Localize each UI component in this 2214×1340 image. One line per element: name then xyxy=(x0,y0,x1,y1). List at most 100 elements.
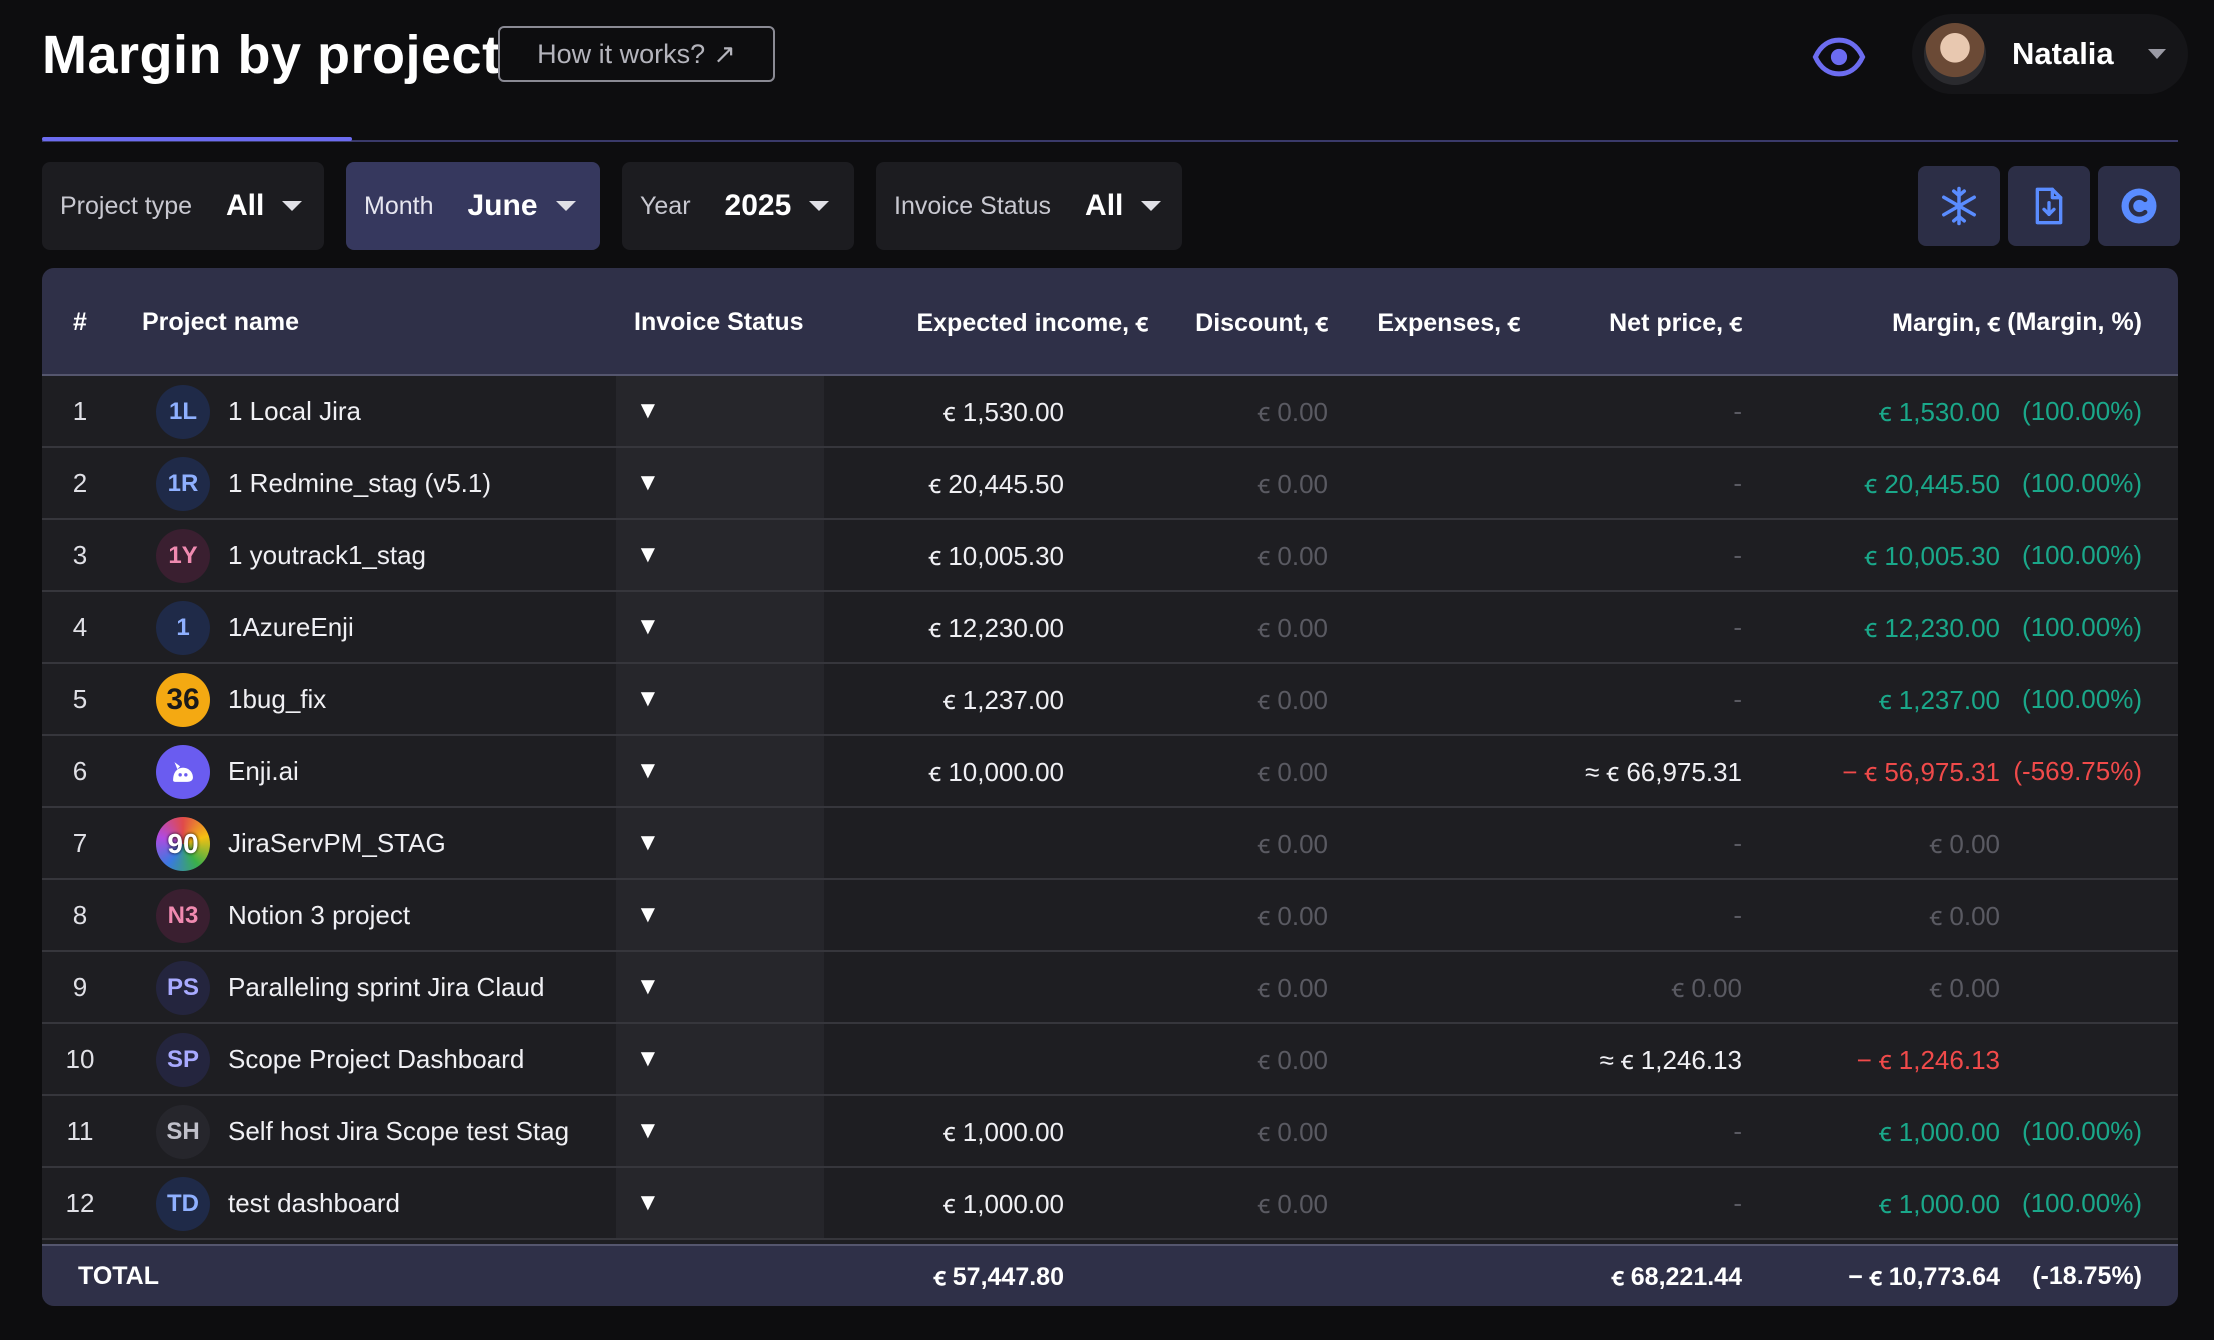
chevron-down-icon xyxy=(809,201,830,211)
project-avatar: 1 xyxy=(156,601,210,655)
col-project-name[interactable]: Project name xyxy=(142,268,602,376)
table-row[interactable]: 4 1 1AzureEnji ▼ ꞓ 12,230.00 ꞓ 0.00 - ꞓ … xyxy=(42,592,2178,664)
table-row[interactable]: 3 1Y 1 youtrack1_stag ▼ ꞓ 10,005.30 ꞓ 0.… xyxy=(42,520,2178,592)
project-name[interactable]: Paralleling sprint Jira Claud xyxy=(228,952,608,1022)
discount: ꞓ 0.00 xyxy=(1257,829,1328,859)
project-avatar: 90 xyxy=(156,817,210,871)
discount: ꞓ 0.00 xyxy=(1257,1117,1328,1147)
file-download-icon xyxy=(2035,187,2063,225)
chevron-down-icon xyxy=(2147,49,2166,59)
margin: ꞓ 1,000.00 xyxy=(1879,1117,2000,1147)
filter-label: Month xyxy=(364,191,434,220)
discount: ꞓ 0.00 xyxy=(1257,469,1328,499)
margin-percent: (100.00%) xyxy=(2022,395,2142,426)
net-price: ≈ ꞓ 1,246.13 xyxy=(1599,1045,1742,1075)
margin-percent: (-569.75%) xyxy=(2013,755,2142,786)
net-price: - xyxy=(1733,827,1742,858)
filter-year[interactable]: Year 2025 xyxy=(622,162,854,250)
row-number: 9 xyxy=(72,971,88,1002)
net-price: ꞓ 0.00 xyxy=(1671,973,1742,1003)
row-number: 5 xyxy=(72,683,88,714)
export-button[interactable] xyxy=(2008,166,2090,246)
discount: ꞓ 0.00 xyxy=(1257,973,1328,1003)
project-name[interactable]: 1AzureEnji xyxy=(228,592,608,662)
currency-button[interactable] xyxy=(2098,166,2180,246)
project-avatar: PS xyxy=(156,961,210,1015)
project-name[interactable]: Notion 3 project xyxy=(228,880,608,950)
table-row[interactable]: 8 N3 Notion 3 project ▼ ꞓ 0.00 - ꞓ 0.00 xyxy=(42,880,2178,952)
row-number: 10 xyxy=(65,1043,95,1074)
filter-value: June xyxy=(467,189,538,222)
how-it-works-button[interactable]: How it works? ↗ xyxy=(498,26,775,82)
project-name[interactable]: 1 Redmine_stag (v5.1) xyxy=(228,448,608,518)
margin: ꞓ 10,005.30 xyxy=(1864,541,2000,571)
table-row[interactable]: 9 PS Paralleling sprint Jira Claud ▼ ꞓ 0… xyxy=(42,952,2178,1024)
freeze-button[interactable] xyxy=(1918,166,2000,246)
avatar xyxy=(1924,23,1986,85)
col-expected-income[interactable]: Expected income, ꞓ xyxy=(832,268,1148,376)
project-name[interactable]: Enji.ai xyxy=(228,736,608,806)
net-price: ≈ ꞓ 66,975.31 xyxy=(1585,757,1742,787)
filter-invoice-status[interactable]: Invoice Status All xyxy=(876,162,1182,250)
chevron-down-icon xyxy=(1141,201,1162,211)
margin-percent xyxy=(2000,808,2142,878)
project-avatar: 1R xyxy=(156,457,210,511)
total-label: TOTAL xyxy=(78,1261,160,1290)
row-number: 12 xyxy=(65,1187,95,1218)
project-avatar: N3 xyxy=(156,889,210,943)
filter-label: Invoice Status xyxy=(894,191,1052,220)
project-name[interactable]: 1 Local Jira xyxy=(228,376,608,446)
total-expected-income: ꞓ 57,447.80 xyxy=(933,1263,1064,1291)
table-row[interactable]: 2 1R 1 Redmine_stag (v5.1) ▼ ꞓ 20,445.50… xyxy=(42,448,2178,520)
table-row[interactable]: 12 TD test dashboard ▼ ꞓ 1,000.00 ꞓ 0.00… xyxy=(42,1168,2178,1240)
project-name[interactable]: test dashboard xyxy=(228,1168,608,1238)
col-invoice-status[interactable]: Invoice Status xyxy=(634,268,834,376)
table-row[interactable]: 7 90 JiraServPM_STAG ▼ ꞓ 0.00 - ꞓ 0.00 xyxy=(42,808,2178,880)
project-name[interactable]: 1bug_fix xyxy=(228,664,608,734)
margin-percent xyxy=(2000,952,2142,1022)
project-name[interactable]: Scope Project Dashboard xyxy=(228,1024,608,1094)
filter-value: 2025 xyxy=(724,189,792,222)
discount: ꞓ 0.00 xyxy=(1257,1045,1328,1075)
table-row[interactable]: 6 Enji.ai ▼ ꞓ 10,000.00 ꞓ 0.00 ≈ ꞓ 66,97… xyxy=(42,736,2178,808)
net-price: - xyxy=(1733,467,1742,498)
net-price: - xyxy=(1733,539,1742,570)
user-menu[interactable]: Natalia xyxy=(1912,14,2188,94)
project-name[interactable]: 1 youtrack1_stag xyxy=(228,520,608,590)
project-avatar: SP xyxy=(156,1033,210,1087)
expected-income: ꞓ 10,005.30 xyxy=(928,541,1064,571)
margin: ꞓ 20,445.50 xyxy=(1864,469,2000,499)
col-expenses[interactable]: Expenses, ꞓ xyxy=(1332,268,1520,376)
discount: ꞓ 0.00 xyxy=(1257,613,1328,643)
margin: ꞓ 1,000.00 xyxy=(1879,1189,2000,1219)
col-number[interactable]: # xyxy=(42,268,118,376)
expected-income: ꞓ 1,237.00 xyxy=(943,685,1064,715)
col-net-price[interactable]: Net price, ꞓ xyxy=(1542,268,1742,376)
col-discount[interactable]: Discount, ꞓ xyxy=(1148,268,1328,376)
row-number: 8 xyxy=(72,899,88,930)
project-name[interactable]: Self host Jira Scope test Stag xyxy=(228,1096,608,1166)
row-number: 11 xyxy=(66,1115,94,1146)
filter-month[interactable]: Month June xyxy=(346,162,600,250)
margin-percent xyxy=(2000,1024,2142,1094)
project-name[interactable]: JiraServPM_STAG xyxy=(228,808,608,878)
eye-icon[interactable] xyxy=(1812,30,1866,84)
expected-income: ꞓ 1,530.00 xyxy=(943,397,1064,427)
table-row[interactable]: 10 SP Scope Project Dashboard ▼ ꞓ 0.00 ≈… xyxy=(42,1024,2178,1096)
col-margin-percent[interactable]: (Margin, %) xyxy=(2000,268,2142,376)
margin-percent: (100.00%) xyxy=(2022,683,2142,714)
filter-project-type[interactable]: Project type All xyxy=(42,162,324,250)
net-price: - xyxy=(1733,683,1742,714)
filter-value: All xyxy=(226,189,265,222)
margin: ꞓ 0.00 xyxy=(1929,901,2000,931)
table-row[interactable]: 5 36 1bug_fix ▼ ꞓ 1,237.00 ꞓ 0.00 - ꞓ 1,… xyxy=(42,664,2178,736)
snowflake-icon xyxy=(1942,186,1976,226)
table-row[interactable]: 1 1L 1 Local Jira ▼ ꞓ 1,530.00 ꞓ 0.00 - … xyxy=(42,376,2178,448)
col-margin[interactable]: Margin, ꞓ xyxy=(1742,268,2000,376)
project-avatar xyxy=(156,745,210,799)
margin-percent: (100.00%) xyxy=(2022,1187,2142,1218)
project-avatar: SH xyxy=(156,1105,210,1159)
table-row[interactable]: 11 SH Self host Jira Scope test Stag ▼ ꞓ… xyxy=(42,1096,2178,1168)
row-number: 1 xyxy=(72,395,88,426)
discount: ꞓ 0.00 xyxy=(1257,1189,1328,1219)
